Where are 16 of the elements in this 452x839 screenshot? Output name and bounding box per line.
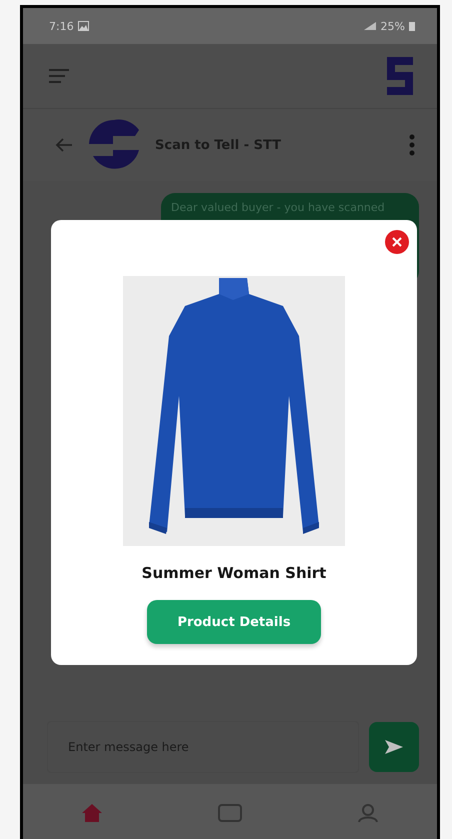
- product-details-button[interactable]: Product Details: [147, 600, 321, 644]
- menu-icon[interactable]: [49, 69, 69, 83]
- image-icon: [78, 21, 89, 31]
- battery-icon: [409, 21, 415, 31]
- close-button[interactable]: [385, 230, 409, 254]
- user-icon[interactable]: [357, 803, 380, 823]
- home-icon[interactable]: [80, 803, 103, 823]
- signal-icon: [362, 21, 377, 31]
- send-button[interactable]: [369, 722, 419, 772]
- more-icon[interactable]: [409, 134, 415, 156]
- back-icon[interactable]: [55, 138, 73, 152]
- send-icon: [385, 740, 403, 754]
- product-name: Summer Woman Shirt: [142, 564, 326, 582]
- status-time: 7:16: [49, 20, 74, 32]
- close-icon: [392, 237, 402, 247]
- battery-level: 25%: [380, 20, 405, 32]
